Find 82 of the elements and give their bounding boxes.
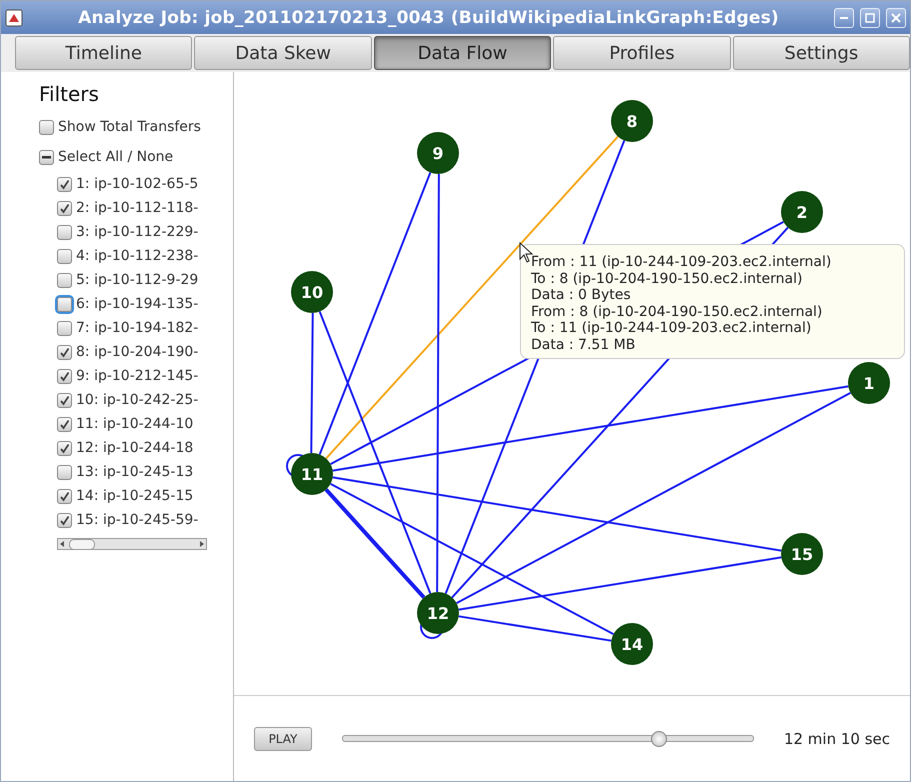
host-label: 12: ip-10-244-18	[76, 440, 194, 456]
checkbox[interactable]	[57, 296, 72, 312]
graph-node[interactable]: 2	[781, 191, 823, 233]
check-icon	[59, 202, 70, 214]
check-icon	[59, 490, 70, 502]
left-arrow-icon[interactable]	[58, 540, 66, 548]
graph-node[interactable]: 15	[781, 533, 823, 575]
checkbox[interactable]	[57, 464, 72, 480]
checkbox[interactable]	[57, 488, 72, 504]
scrollbar-thumb[interactable]	[69, 538, 95, 550]
maximize-icon	[865, 12, 875, 22]
time-slider[interactable]	[342, 730, 754, 748]
host-label: 4: ip-10-112-238-	[76, 248, 198, 264]
tab[interactable]: Settings	[732, 36, 910, 70]
host-label: 3: ip-10-112-229-	[76, 224, 198, 240]
time-label: 12 min 10 sec	[784, 730, 890, 748]
graph-node[interactable]: 1	[848, 362, 890, 404]
checkbox[interactable]	[57, 248, 72, 264]
host-label: 6: ip-10-194-135-	[76, 296, 198, 312]
dash-icon	[42, 156, 51, 158]
host-label: 13: ip-10-245-13	[76, 464, 194, 480]
checkbox[interactable]	[39, 120, 54, 134]
check-icon	[59, 514, 70, 526]
checkbox[interactable]	[57, 344, 72, 360]
graph-node[interactable]: 10	[291, 271, 333, 313]
graph-node[interactable]: 14	[611, 623, 653, 665]
check-icon	[59, 394, 70, 406]
tooltip-line: To : 11 (ip-10-244-109-203.ec2.internal)	[531, 320, 812, 336]
host-label: 14: ip-10-245-15	[76, 488, 194, 504]
host-label: 1: ip-10-102-65-5	[76, 176, 198, 192]
checkbox[interactable]	[57, 512, 72, 528]
host-label: 11: ip-10-244-10	[76, 416, 194, 432]
horizontal-scrollbar[interactable]	[57, 538, 207, 550]
checkbox[interactable]	[57, 440, 72, 456]
checkbox[interactable]	[57, 224, 72, 240]
host-label: 8: ip-10-204-190-	[76, 344, 198, 360]
tab[interactable]: Timeline	[15, 36, 192, 70]
tab[interactable]: Data Skew	[194, 36, 372, 70]
close-icon	[891, 12, 901, 22]
checkbox[interactable]	[39, 150, 54, 164]
checkbox[interactable]	[57, 200, 72, 216]
app-icon	[5, 8, 23, 26]
host-label: 5: ip-10-112-9-29	[76, 272, 198, 288]
host-label: 9: ip-10-212-145-	[76, 368, 198, 384]
checkbox[interactable]	[57, 320, 72, 336]
checkbox[interactable]	[57, 176, 72, 192]
graph-node[interactable]: 11	[291, 453, 333, 495]
host-label: 7: ip-10-194-182-	[76, 320, 198, 336]
minimize-button[interactable]	[834, 8, 854, 28]
checkbox[interactable]	[57, 368, 72, 384]
graph-node[interactable]: 9	[417, 132, 459, 174]
checkbox[interactable]	[57, 416, 72, 432]
slider-thumb[interactable]	[651, 730, 668, 746]
graph-node[interactable]: 12	[417, 592, 459, 634]
host-label: 15: ip-10-245-59-	[76, 512, 198, 528]
tooltip-line: From : 8 (ip-10-204-190-150.ec2.internal)	[531, 304, 824, 320]
check-icon	[59, 418, 70, 430]
window-title: Analyze Job: job_201102170213_0043 (BuildWikipediaLinkGraph:Edges)	[77, 8, 780, 28]
tooltip-line: To : 8 (ip-10-204-190-150.ec2.internal)	[531, 270, 804, 287]
filters-heading: Filters	[39, 82, 100, 106]
check-icon	[59, 370, 70, 382]
checkbox-label: Select All / None	[58, 149, 174, 165]
checkbox[interactable]	[57, 272, 72, 288]
pointer-cursor-icon	[519, 242, 533, 264]
checkbox-label: Show Total Transfers	[58, 119, 201, 135]
tooltip-line: Data : 0 Bytes	[531, 287, 632, 304]
minimize-icon	[840, 16, 848, 18]
host-label: 2: ip-10-112-118-	[76, 200, 198, 216]
check-icon	[59, 442, 70, 454]
maximize-button[interactable]	[860, 8, 880, 28]
right-arrow-icon[interactable]	[198, 540, 206, 548]
tooltip-line: From : 11 (ip-10-244-109-203.ec2.internal)	[531, 254, 832, 270]
tab[interactable]: Profiles	[553, 36, 731, 70]
host-label: 10: ip-10-242-25-	[76, 392, 198, 408]
check-icon	[59, 346, 70, 358]
play-button[interactable]: PLAY	[254, 726, 312, 750]
checkbox[interactable]	[57, 392, 72, 408]
close-button[interactable]	[886, 8, 906, 28]
graph-node[interactable]: 8	[611, 100, 653, 142]
check-icon	[59, 178, 70, 190]
tab[interactable]: Data Flow	[374, 36, 552, 70]
tooltip-line: Data : 7.51 MB	[531, 336, 636, 353]
